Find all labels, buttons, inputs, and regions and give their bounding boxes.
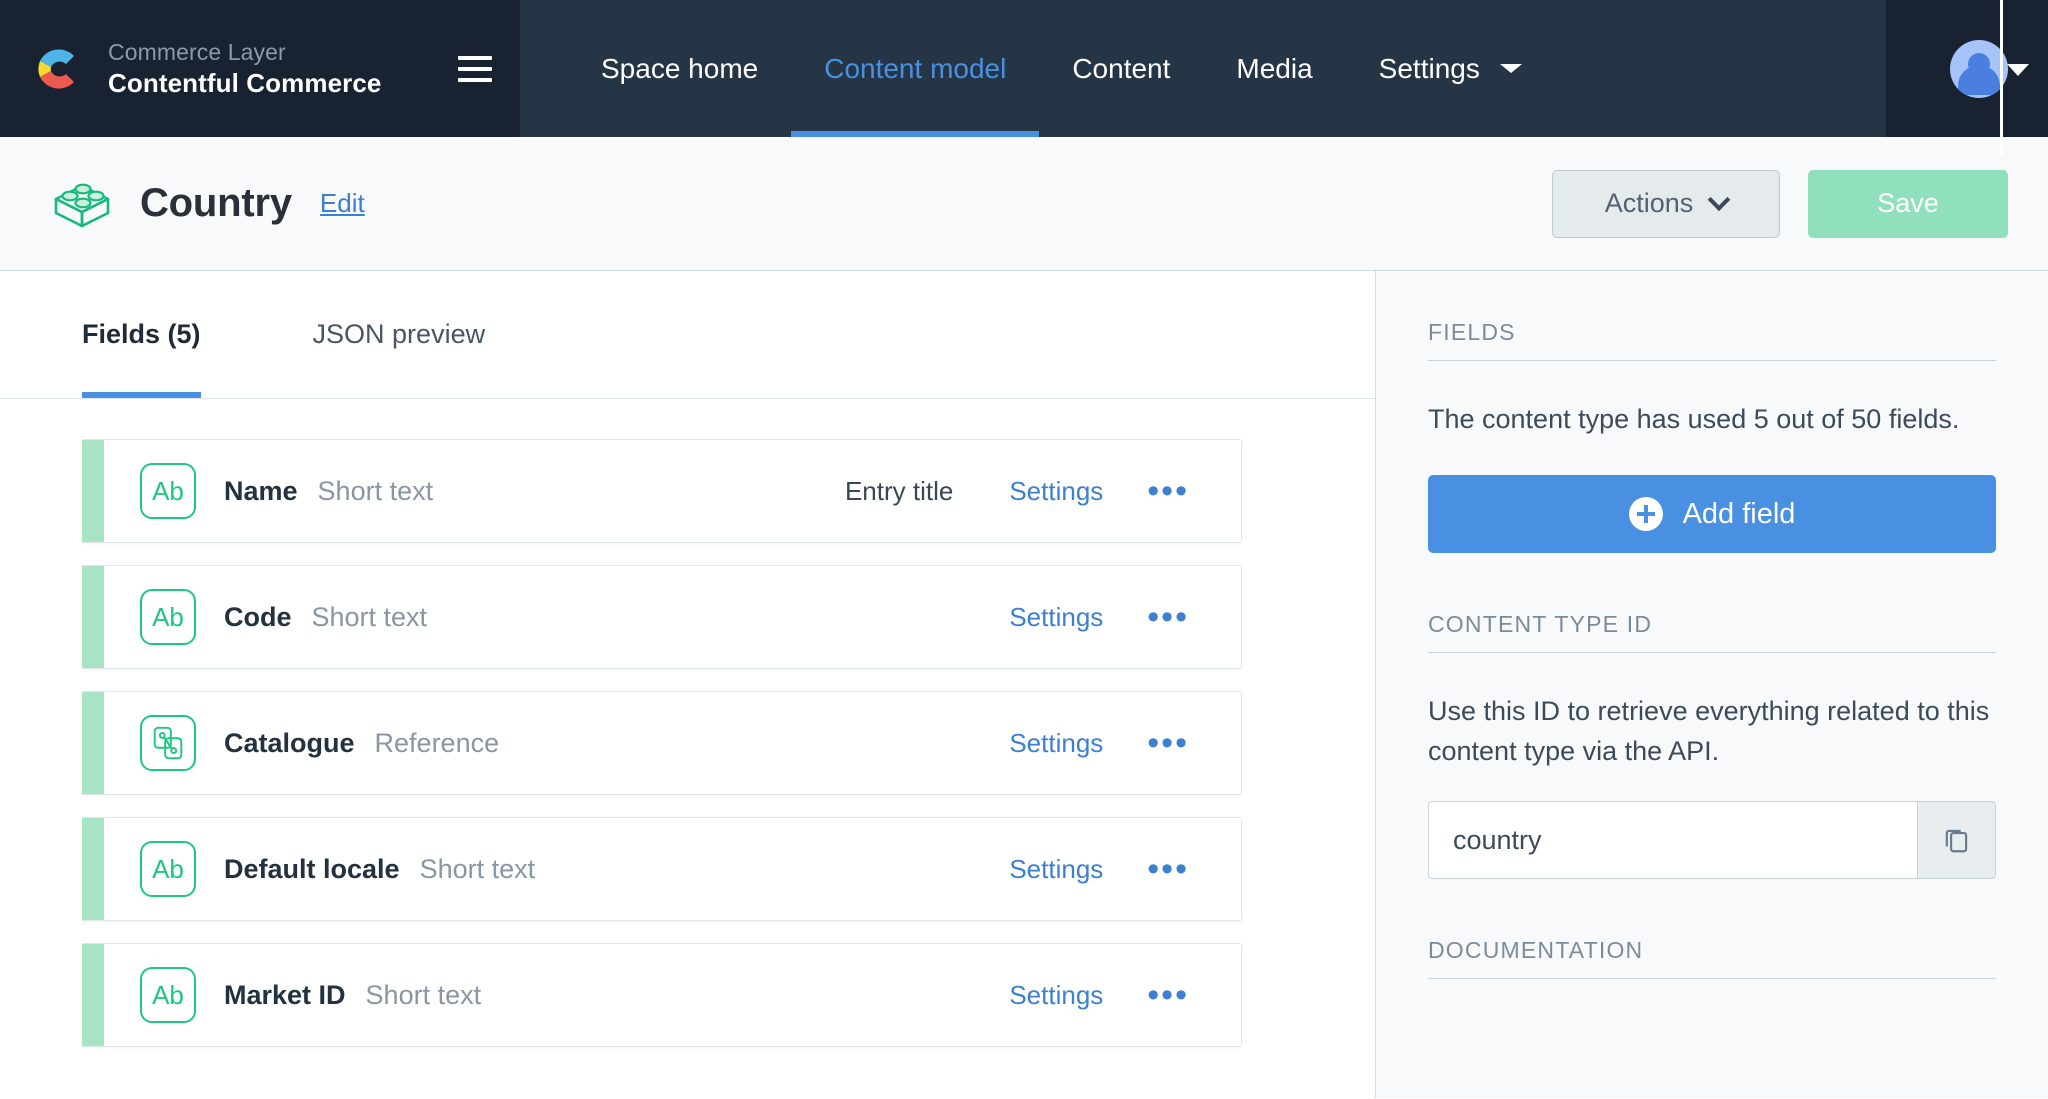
brand-block: Commerce Layer Contentful Commerce xyxy=(0,0,520,137)
sidebar-heading-documentation: DOCUMENTATION xyxy=(1428,937,1996,979)
field-settings-link[interactable]: Settings xyxy=(1009,476,1103,507)
table-row[interactable]: Ab Name Short text Entry title Settings … xyxy=(82,439,1242,543)
lego-brick-icon xyxy=(50,172,114,236)
fields-main-panel: Fields (5) JSON preview Ab Name Short te… xyxy=(0,271,1376,1098)
nav-label: Media xyxy=(1236,52,1313,84)
table-row[interactable]: Catalogue Reference Settings ••• xyxy=(82,691,1242,795)
tab-label: Fields (5) xyxy=(82,319,201,349)
hamburger-menu-icon[interactable] xyxy=(458,55,492,82)
sidebar-heading-content-type-id: CONTENT TYPE ID xyxy=(1428,611,1996,653)
nav-label: Content model xyxy=(824,52,1007,84)
space-name: Contentful Commerce xyxy=(108,68,382,98)
add-field-button[interactable]: Add field xyxy=(1428,475,1996,553)
more-options-icon[interactable]: ••• xyxy=(1147,474,1189,508)
row-accent-bar xyxy=(82,566,104,668)
table-row[interactable]: Ab Market ID Short text Settings ••• xyxy=(82,943,1242,1047)
header-actions: Actions Save xyxy=(1552,169,2008,238)
field-type: Short text xyxy=(311,601,428,632)
field-list: Ab Name Short text Entry title Settings … xyxy=(0,399,1375,1047)
nav-item-settings[interactable]: Settings xyxy=(1346,0,1555,137)
field-type: Short text xyxy=(419,853,536,884)
nav-item-space-home[interactable]: Space home xyxy=(568,0,791,137)
actions-button-label: Actions xyxy=(1604,188,1694,218)
row-accent-bar xyxy=(82,692,104,794)
brand-text: Commerce Layer Contentful Commerce xyxy=(108,37,381,100)
commerce-layer-c-logo xyxy=(28,40,86,98)
field-settings-link[interactable]: Settings xyxy=(1009,728,1103,759)
chevron-down-icon xyxy=(1707,187,1731,211)
page-header: Country Edit Actions Save xyxy=(0,137,2048,271)
content-type-id-description: Use this ID to retrieve everything relat… xyxy=(1428,696,1990,766)
organization-name: Commerce Layer xyxy=(108,39,286,65)
right-sidebar: FIELDS The content type has used 5 out o… xyxy=(1376,271,2048,1098)
content-type-id-field[interactable]: country xyxy=(1428,801,1996,879)
copy-icon[interactable] xyxy=(1917,802,1995,878)
field-settings-link[interactable]: Settings xyxy=(1009,980,1103,1011)
sidebar-heading-fields: FIELDS xyxy=(1428,319,1996,361)
avatar-body xyxy=(1958,64,2000,95)
field-name: Default locale xyxy=(224,853,400,884)
actions-button[interactable]: Actions xyxy=(1552,169,1780,238)
field-type: Short text xyxy=(317,475,434,506)
content-type-id-value[interactable]: country xyxy=(1429,802,1917,878)
nav-item-content[interactable]: Content xyxy=(1039,0,1203,137)
table-row[interactable]: Ab Default locale Short text Settings ••… xyxy=(82,817,1242,921)
short-text-ab-icon: Ab xyxy=(140,463,196,519)
field-name: Name xyxy=(224,475,298,506)
short-text-ab-icon: Ab xyxy=(140,841,196,897)
more-options-icon[interactable]: ••• xyxy=(1147,852,1189,886)
text-cursor-line xyxy=(2000,0,2003,155)
row-accent-bar xyxy=(82,818,104,920)
top-navigation-bar: Commerce Layer Contentful Commerce Space… xyxy=(0,0,2048,155)
save-button[interactable]: Save xyxy=(1808,169,2008,238)
primary-nav-links: Space home Content model Content Media S… xyxy=(520,0,1886,137)
more-options-icon[interactable]: ••• xyxy=(1147,726,1189,760)
more-options-icon[interactable]: ••• xyxy=(1147,600,1189,634)
nav-label: Content xyxy=(1072,52,1171,84)
table-row[interactable]: Ab Code Short text Settings ••• xyxy=(82,565,1242,669)
nav-label: Settings xyxy=(1378,52,1480,84)
field-name: Market ID xyxy=(224,979,346,1010)
chevron-down-icon[interactable] xyxy=(2007,64,2029,76)
add-field-label: Add field xyxy=(1682,497,1796,530)
chevron-down-icon xyxy=(1499,64,1522,73)
fields-usage-text: The content type has used 5 out of 50 fi… xyxy=(1428,404,1960,434)
short-text-ab-icon: Ab xyxy=(140,967,196,1023)
field-settings-link[interactable]: Settings xyxy=(1009,854,1103,885)
nav-label: Space home xyxy=(601,52,759,84)
tab-bar: Fields (5) JSON preview xyxy=(0,271,1375,399)
plus-circle-icon xyxy=(1628,497,1663,531)
nav-item-content-model[interactable]: Content model xyxy=(791,0,1040,137)
edit-link[interactable]: Edit xyxy=(320,188,365,219)
field-name: Code xyxy=(224,601,292,632)
short-text-ab-icon: Ab xyxy=(140,589,196,645)
tab-label: JSON preview xyxy=(312,319,486,349)
account-menu[interactable] xyxy=(1886,0,2048,137)
tab-fields[interactable]: Fields (5) xyxy=(82,271,201,398)
field-name: Catalogue xyxy=(224,727,355,758)
entry-title-badge: Entry title xyxy=(844,475,954,506)
page-body: Fields (5) JSON preview Ab Name Short te… xyxy=(0,271,2048,1098)
field-type: Reference xyxy=(374,727,500,758)
nav-item-media[interactable]: Media xyxy=(1203,0,1345,137)
row-accent-bar xyxy=(82,944,104,1046)
tab-json-preview[interactable]: JSON preview xyxy=(313,271,486,398)
page-title: Country xyxy=(140,181,292,225)
row-accent-bar xyxy=(82,440,104,542)
more-options-icon[interactable]: ••• xyxy=(1147,978,1189,1012)
field-settings-link[interactable]: Settings xyxy=(1009,602,1103,633)
field-type: Short text xyxy=(365,979,482,1010)
reference-link-icon xyxy=(140,715,196,771)
